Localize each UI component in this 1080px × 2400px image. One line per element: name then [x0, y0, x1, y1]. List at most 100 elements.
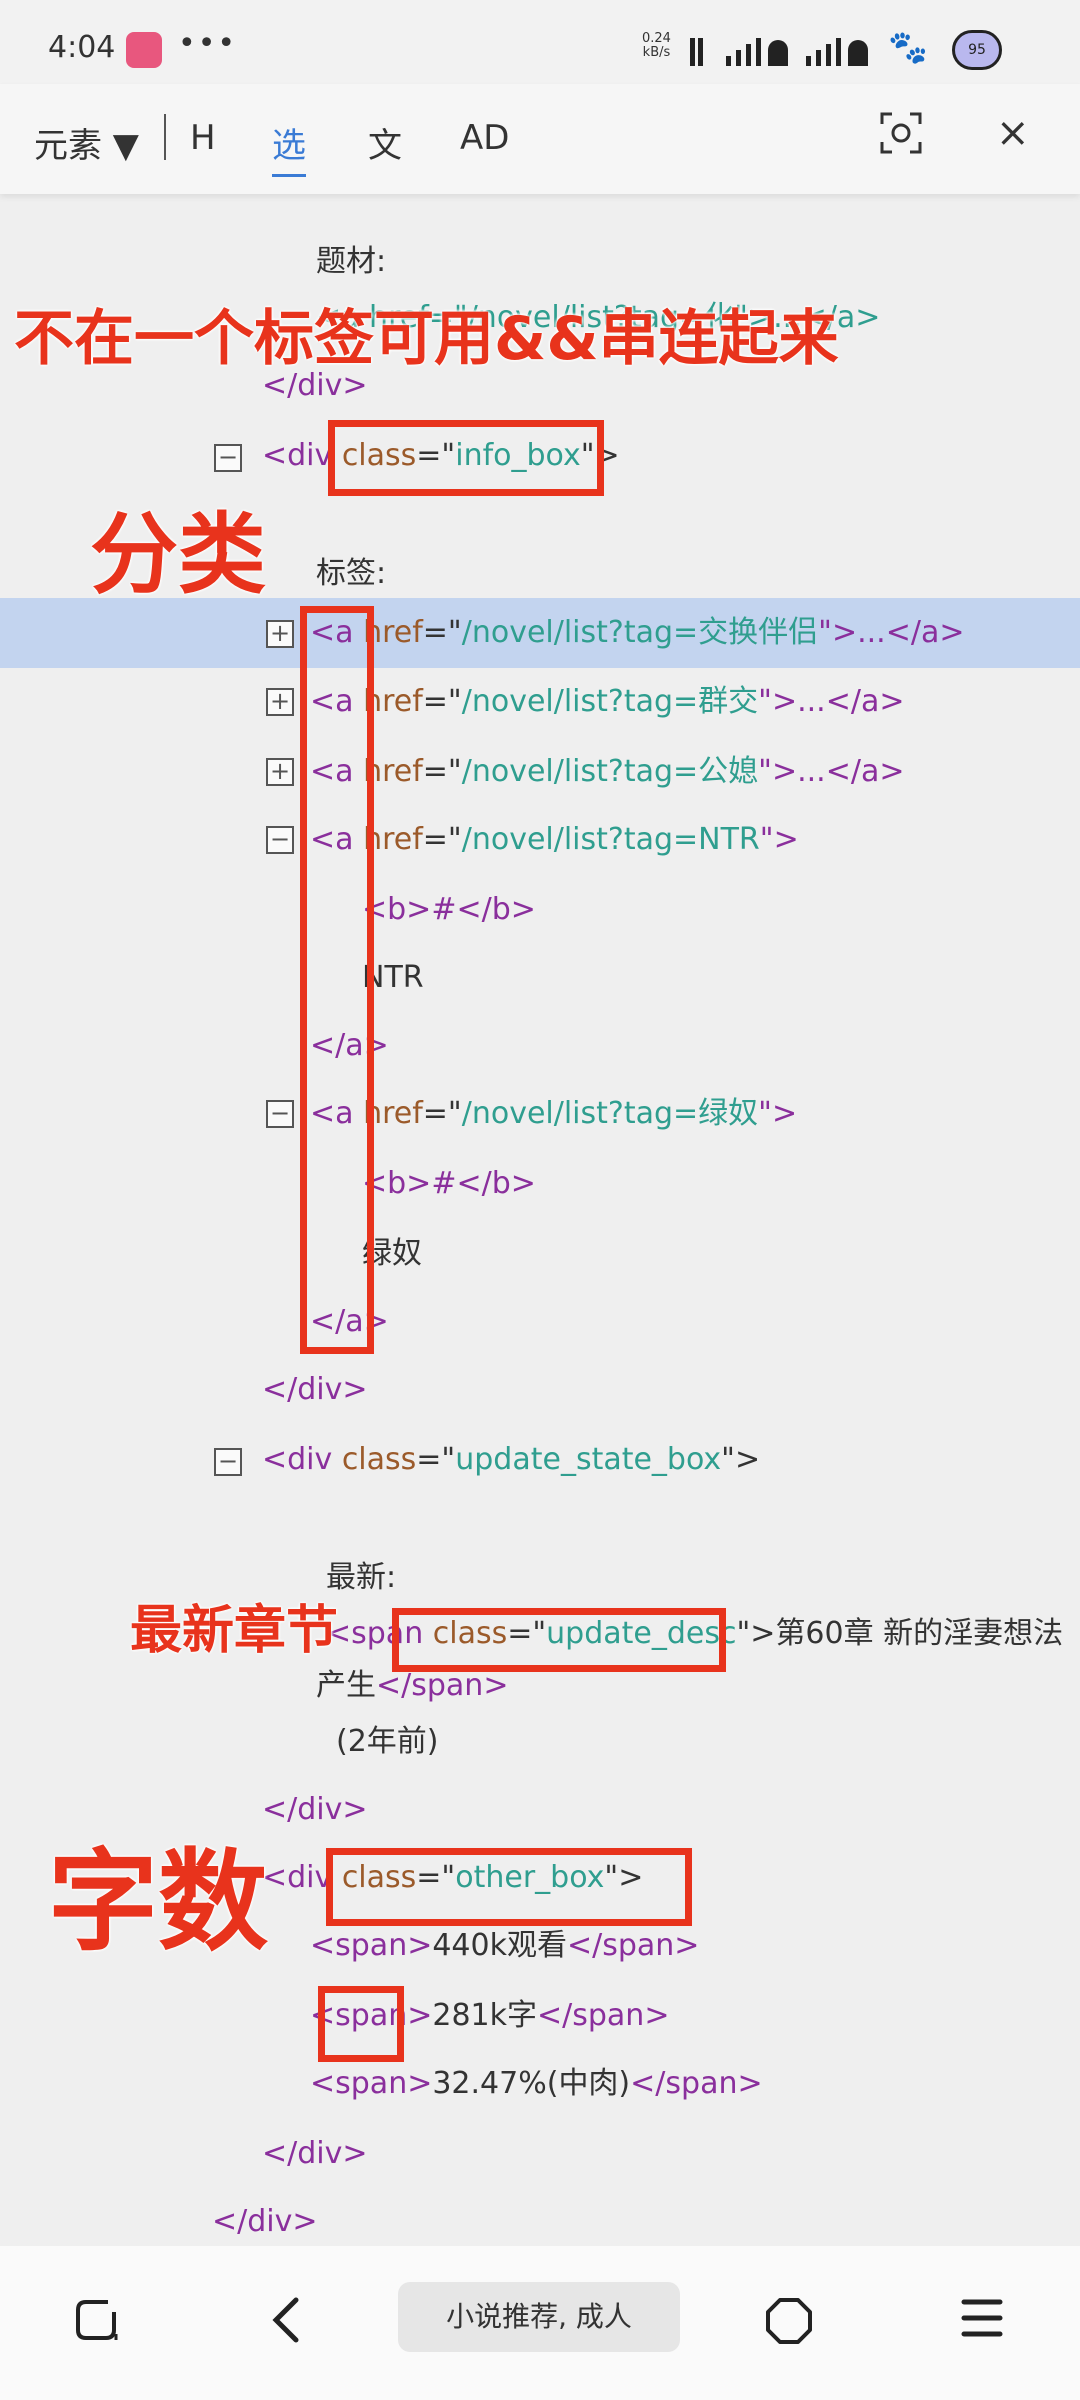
code-line[interactable]: − <a href="/novel/list?tag=NTR"> — [0, 814, 1080, 866]
tag-open: <span> — [310, 1928, 433, 1963]
annotation-box-info-box — [328, 420, 604, 496]
tag-end: "> — [736, 1616, 776, 1651]
views-text: 440k观看 — [432, 1928, 567, 1963]
recent-apps-icon[interactable] — [72, 2296, 120, 2348]
tag-open: <div — [262, 1442, 342, 1477]
home-icon[interactable] — [764, 2296, 814, 2350]
code-line: 绿奴 — [0, 1228, 1080, 1280]
back-icon[interactable] — [268, 2296, 304, 2348]
plus-box-icon[interactable]: + — [266, 688, 294, 716]
annotation-box-a-tags — [300, 606, 374, 1354]
plus-box-icon[interactable]: + — [266, 758, 294, 786]
signal-strength-icon — [726, 30, 796, 66]
code-line[interactable]: <span>281k字</span> — [0, 1990, 1080, 2042]
tab-text[interactable]: 文 — [368, 118, 402, 167]
attr-name: class — [341, 1442, 417, 1477]
tag-gt: > — [407, 1998, 433, 2033]
code-line-update-state[interactable]: − <div class="update_state_box"> — [0, 1434, 1080, 1486]
tag-end: ">...</a> — [758, 754, 905, 789]
url-bar[interactable]: 小说推荐, 成人 — [398, 2282, 680, 2352]
dom-tree-view: 题材: <a href="/novel/list?tag=化">...</a> … — [0, 200, 1080, 2246]
minus-box-icon[interactable]: − — [266, 1100, 294, 1128]
code-line: <b>#</b> — [0, 1158, 1080, 1210]
code-line: </div> — [0, 1364, 1080, 1416]
tag-close: </span> — [566, 1928, 700, 1963]
time-ago: (2年前) — [336, 1724, 439, 1759]
chapter-text-cont: 产生 — [316, 1668, 376, 1703]
annotation-note-top: 不在一个标签可用&&串连起来 — [14, 304, 839, 374]
attr-value: /novel/list?tag=公媳 — [461, 754, 759, 789]
network-speed: 0.24 kB/s — [642, 32, 671, 60]
code-line: </div> — [0, 2196, 1080, 2246]
attr-eq: =" — [422, 1096, 462, 1131]
code-line[interactable]: − <a href="/novel/list?tag=绿奴"> — [0, 1088, 1080, 1140]
annotation-box-update-desc — [392, 1608, 726, 1672]
attr-eq: =" — [422, 754, 462, 789]
attr-eq: =" — [422, 615, 462, 650]
tab-ad[interactable]: AD — [460, 118, 509, 158]
more-notifications-icon: ••• — [178, 26, 238, 61]
battery-icon: 95 — [952, 30, 1002, 70]
tag-end: "> — [759, 822, 799, 857]
tag-end: "> — [721, 1442, 761, 1477]
tag-close: </span> — [630, 2066, 763, 2101]
devtools-toolbar: 元素 ▼ H 选 文 AD × — [0, 84, 1080, 194]
close-icon[interactable]: × — [996, 110, 1030, 156]
tag-open: <span> — [310, 2066, 433, 2101]
minus-box-icon[interactable]: − — [214, 444, 242, 472]
theme-label: 题材: — [316, 244, 387, 279]
annotation-note-word-count: 字数 — [48, 1838, 268, 1966]
tag-end: ">...</a> — [818, 615, 965, 650]
code-line: <b>#</b> — [0, 884, 1080, 936]
attr-value: /novel/list?tag=群交 — [461, 684, 759, 719]
tag-close: </span> — [376, 1668, 509, 1703]
tag-end: "> — [758, 1096, 798, 1131]
status-time: 4:04 — [48, 30, 116, 65]
bold-hash: <b>#</b> — [362, 892, 536, 927]
attr-eq: =" — [422, 684, 462, 719]
tab-h[interactable]: H — [190, 118, 216, 158]
code-line: 题材: — [0, 236, 1080, 288]
network-speed-value: 0.24 — [642, 31, 671, 46]
code-line: NTR — [0, 952, 1080, 1004]
attr-value: /novel/list?tag=绿奴 — [461, 1096, 759, 1131]
annotation-note-category: 分类 — [90, 503, 267, 606]
div-close: </div> — [212, 2204, 318, 2239]
code-line[interactable]: <span>32.47%(中肉)</span> — [0, 2058, 1080, 2110]
attr-eq: =" — [416, 1442, 456, 1477]
code-line: (2年前) — [0, 1716, 1080, 1768]
plus-box-icon[interactable]: + — [266, 620, 294, 648]
attr-eq: =" — [422, 822, 462, 857]
code-line: </div> — [0, 2128, 1080, 2180]
chapter-text: 第60章 新的淫妻想法 — [775, 1616, 1064, 1651]
sim-icon — [690, 30, 710, 66]
word-count-text: 281k字 — [432, 1998, 537, 2033]
element-menu[interactable]: 元素 ▼ — [34, 118, 139, 167]
attr-value: /novel/list?tag=NTR — [461, 822, 760, 857]
code-line: </a> — [0, 1296, 1080, 1348]
signal-strength-2-icon — [806, 30, 876, 66]
tag-end: ">...</a> — [758, 684, 905, 719]
code-line[interactable]: + <a href="/novel/list?tag=群交">...</a> — [0, 676, 1080, 728]
status-bar: 4:04 ••• 0.24 kB/s 🐾 95 — [0, 0, 1080, 84]
minus-box-icon[interactable]: − — [214, 1448, 242, 1476]
bottom-nav-bar: 小说推荐, 成人 — [0, 2246, 1080, 2400]
paw-icon: 🐾 — [888, 28, 928, 66]
rating-text: 32.47%(中肉) — [432, 2066, 631, 2101]
tab-select[interactable]: 选 — [272, 118, 306, 177]
attr-value: update_state_box — [455, 1442, 722, 1477]
toolbar-divider — [164, 114, 166, 160]
code-line[interactable]: + <a href="/novel/list?tag=公媳">...</a> — [0, 746, 1080, 798]
scan-icon[interactable] — [880, 112, 922, 154]
minus-box-icon[interactable]: − — [266, 826, 294, 854]
code-line: </a> — [0, 1020, 1080, 1072]
bilibili-app-icon — [126, 32, 162, 68]
network-speed-unit: kB/s — [642, 45, 671, 60]
div-close: </div> — [262, 1372, 368, 1407]
bold-hash: <b>#</b> — [362, 1166, 536, 1201]
div-close: </div> — [262, 2136, 368, 2171]
annotation-box-span — [318, 1986, 404, 2062]
menu-icon[interactable] — [960, 2296, 1004, 2344]
div-close: </div> — [262, 1792, 368, 1827]
attr-value: /novel/list?tag=交换伴侣 — [461, 615, 819, 650]
